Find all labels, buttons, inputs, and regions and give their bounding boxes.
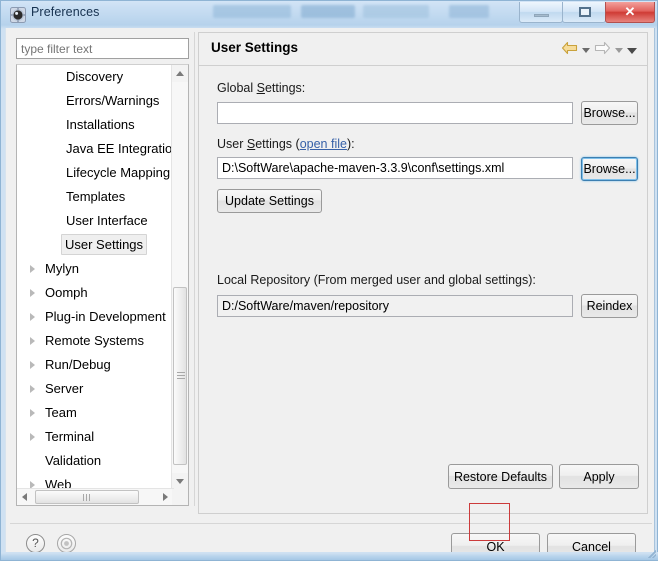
tree-item-lifecycle-mapping[interactable]: Lifecycle Mapping [17,161,174,185]
resize-grip-icon[interactable] [646,548,656,558]
user-settings-input[interactable] [217,157,573,179]
titlebar-blur-2 [301,5,355,18]
forward-history-chevron-down-icon[interactable] [615,48,623,53]
tree-item-templates[interactable]: Templates [17,185,174,209]
expand-chevron-right-icon[interactable] [30,361,35,369]
tree-item-label: Team [45,405,77,420]
panel-navigation [561,41,637,60]
tree-item-plug-in-development[interactable]: Plug-in Development [17,305,174,329]
titlebar-blur-3 [363,5,429,18]
scroll-up-arrow-icon[interactable] [172,65,188,82]
apply-button[interactable]: Apply [559,464,639,489]
tree-item-label: Remote Systems [45,333,144,348]
restore-defaults-button[interactable]: Restore Defaults [448,464,553,489]
tree-item-label: Mylyn [45,261,79,276]
settings-panel: User Settings Global Settings: Browse...… [198,32,648,514]
tree-item-errors-warnings[interactable]: Errors/Warnings [17,89,174,113]
target-icon[interactable] [57,534,76,553]
tree-item-label: Errors/Warnings [66,93,160,108]
window-title: Preferences [31,5,100,19]
footer-separator [10,523,652,524]
help-icon[interactable]: ? [26,534,45,553]
tree-item-user-interface[interactable]: User Interface [17,209,174,233]
window-controls: ✕ [519,2,655,23]
back-arrow-icon[interactable] [561,41,578,60]
panel-splitter[interactable] [194,32,195,506]
panel-menu-chevron-down-icon[interactable] [627,47,637,54]
tree-item-java-ee-integration[interactable]: Java EE Integration [17,137,174,161]
tree-item-discovery[interactable]: Discovery [17,65,174,89]
tree-item-label: Templates [66,189,126,204]
scroll-down-arrow-icon[interactable] [172,473,188,490]
preferences-tree[interactable]: Discovery Errors/Warnings Installations Jav… [16,64,189,506]
tree-item-label: Installations [66,117,135,132]
tree-item-label: User Interface [66,213,148,228]
user-settings-browse-button[interactable]: Browse... [581,157,638,181]
expand-chevron-right-icon[interactable] [30,337,35,345]
local-repository-label: Local Repository (From merged user and g… [217,273,536,287]
reindex-button[interactable]: Reindex [581,294,638,318]
user-settings-label: User Settings (open file): [217,137,355,151]
tree-item-installations[interactable]: Installations [17,113,174,137]
tree-item-label: Terminal [45,429,95,444]
minimize-button[interactable] [519,2,563,23]
tree-item-mylyn[interactable]: Mylyn [17,257,174,281]
local-repository-input[interactable] [217,295,573,317]
page-title: User Settings [211,40,299,55]
vertical-scroll-thumb[interactable] [173,287,187,465]
tree-item-label: Lifecycle Mapping [66,165,171,180]
filter-input[interactable] [16,38,189,59]
scroll-left-arrow-icon[interactable] [17,489,34,505]
tree-item-label: Run/Debug [45,357,111,372]
titlebar-blur-1 [213,5,291,18]
preferences-dialog-screenshot: Preferences ✕ Discovery Errors/Warnings In… [0,0,658,561]
tree-item-run-debug[interactable]: Run/Debug [17,353,174,377]
horizontal-scroll-thumb[interactable] [35,490,139,504]
tree-item-label: User Settings [61,234,148,255]
tree-item-label: Oomph [45,285,88,300]
title-bar[interactable]: Preferences ✕ [1,1,658,28]
scrollbar-corner [172,489,188,505]
open-file-link[interactable]: open file [300,137,347,151]
tree-item-team[interactable]: Team [17,401,174,425]
tree-item-user-settings[interactable]: User Settings [17,233,174,257]
eclipse-preferences-icon [10,7,26,23]
expand-chevron-right-icon[interactable] [30,265,35,273]
tree-item-terminal[interactable]: Terminal [17,425,174,449]
expand-chevron-right-icon[interactable] [30,433,35,441]
tree-vertical-scrollbar[interactable] [171,65,188,490]
panel-header: User Settings [199,33,647,66]
tree-item-label: Validation [45,453,102,468]
tree-list[interactable]: Discovery Errors/Warnings Installations Jav… [17,65,174,490]
tree-item-oomph[interactable]: Oomph [17,281,174,305]
back-history-chevron-down-icon[interactable] [582,48,590,53]
tree-item-validation[interactable]: Validation [17,449,174,473]
tree-item-label: Java EE Integration [66,141,174,156]
tree-item-label: Discovery [66,69,124,84]
tree-item-label: Server [45,381,84,396]
global-settings-browse-button[interactable]: Browse... [581,101,638,125]
global-settings-label: Global Settings: [217,81,306,95]
maximize-button[interactable] [562,2,606,23]
window-bottom-edge [1,548,658,560]
expand-chevron-right-icon[interactable] [30,289,35,297]
tree-item-remote-systems[interactable]: Remote Systems [17,329,174,353]
expand-chevron-right-icon[interactable] [30,385,35,393]
global-settings-input[interactable] [217,102,573,124]
close-button[interactable]: ✕ [605,2,655,23]
expand-chevron-right-icon[interactable] [30,313,35,321]
tree-item-label: Plug-in Development [45,309,166,324]
update-settings-button[interactable]: Update Settings [217,189,322,213]
forward-arrow-icon[interactable] [594,41,611,60]
window-frame: Preferences ✕ Discovery Errors/Warnings In… [0,0,658,561]
tree-horizontal-scrollbar[interactable] [17,488,174,505]
expand-chevron-right-icon[interactable] [30,409,35,417]
titlebar-blur-4 [449,5,489,18]
tree-item-server[interactable]: Server [17,377,174,401]
dialog-body: Discovery Errors/Warnings Installations Jav… [5,28,655,560]
